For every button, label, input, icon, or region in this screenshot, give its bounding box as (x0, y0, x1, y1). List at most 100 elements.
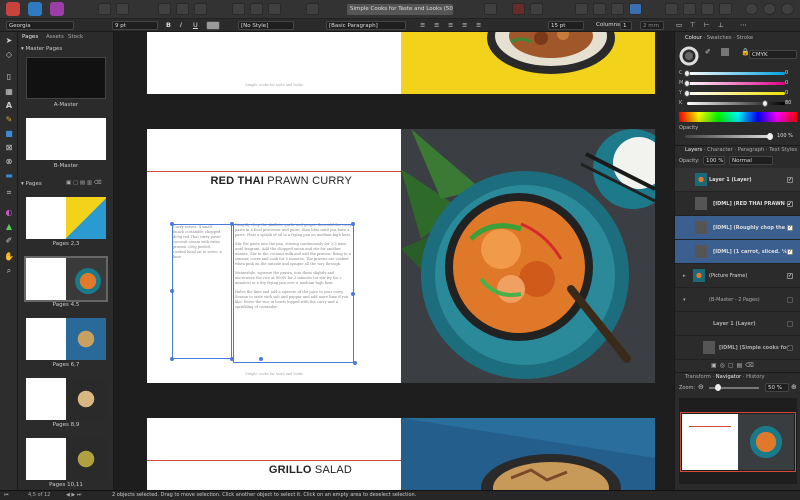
master-b-thumbnail[interactable] (26, 118, 106, 160)
font-family-select[interactable]: Georgia (6, 21, 74, 30)
underline-icon[interactable]: U (193, 21, 198, 30)
visibility-checkbox[interactable] (787, 297, 793, 303)
layer-row-selected[interactable]: [IDML] (Roughly chop the s ✓ (675, 216, 800, 240)
resize-handle[interactable] (230, 222, 234, 226)
slider-knob[interactable] (684, 90, 690, 97)
zoom-field[interactable]: 50 % (765, 383, 789, 392)
text-color-swatch[interactable] (206, 21, 220, 30)
fill-stroke-circle-icon[interactable] (679, 46, 699, 66)
layer-row[interactable]: Layer 1 (Layer) ✓ (675, 168, 800, 192)
resize-handle[interactable] (351, 292, 355, 296)
colour-model-select[interactable]: CMYK (749, 50, 797, 59)
text-top-icon[interactable]: ⊤ (690, 21, 696, 30)
hand-tool-icon[interactable]: ✋ (4, 252, 14, 262)
slider-knob[interactable] (684, 80, 690, 87)
layer-row[interactable]: ▾ (B-Master - 2 Pages) (675, 288, 800, 312)
resize-handle[interactable] (353, 361, 357, 365)
text-wrap-button[interactable] (250, 3, 263, 15)
visibility-checkbox[interactable]: ✓ (787, 201, 793, 207)
eyedropper-icon[interactable]: ✐ (705, 48, 711, 56)
columns-field[interactable]: 1 (620, 21, 632, 30)
move-tool-icon[interactable]: ➤ (4, 36, 14, 46)
master-pages-section[interactable]: ▾ Master Pages (21, 46, 62, 52)
tab-paragraph[interactable]: Paragraph (738, 147, 765, 153)
spread-thumbnail-8-9[interactable] (26, 378, 106, 420)
tab-assets[interactable]: Assets (46, 34, 64, 40)
intersect-button[interactable] (781, 3, 794, 15)
eyedropper-tool-icon[interactable]: ✐ (4, 236, 14, 246)
tab-text-styles[interactable]: Text Styles (769, 147, 797, 153)
page-actions-icon[interactable]: ▣ ▢ ▤ ▥ ⌫ (66, 180, 102, 186)
gutter-field[interactable]: 2 mm (640, 21, 664, 30)
page-nav-buttons-icon[interactable]: ◀ ▶ ⏭ (66, 491, 81, 500)
leading-field[interactable]: 15 pt (548, 21, 584, 30)
spread-thumbnail-6-7[interactable] (26, 318, 106, 360)
opacity-knob[interactable] (767, 133, 773, 140)
paragraph-style-select[interactable]: [Basic Paragraph] (326, 21, 406, 30)
picture-frame-tool-icon[interactable]: ⊠ (4, 143, 14, 153)
layer-row[interactable]: ▸ (Picture Frame) ✓ (675, 264, 800, 288)
resize-handle[interactable] (259, 357, 263, 361)
visibility-checkbox[interactable]: ✓ (787, 273, 793, 279)
recipe-heading[interactable]: GRILLO SALAD (269, 464, 352, 476)
resize-handle[interactable] (351, 222, 355, 226)
selection-frame-method[interactable] (233, 224, 354, 363)
justify-icon[interactable]: ≡ (462, 21, 467, 30)
zoom-out-icon[interactable]: ⊖ (698, 383, 704, 391)
node-tool-icon[interactable]: ◇ (4, 50, 14, 60)
page-nav-first-icon[interactable]: ⏮ (4, 491, 9, 500)
expand-arrow-icon[interactable]: ▸ (683, 264, 686, 287)
layer-row[interactable]: [IDML] (RED THAI PRAWN C ✓ (675, 192, 800, 216)
visibility-checkbox[interactable] (787, 321, 793, 327)
slider-knob[interactable] (762, 100, 769, 107)
visibility-checkbox[interactable]: ✓ (787, 177, 793, 183)
tab-pages[interactable]: Pages (22, 34, 38, 40)
pen-tool-icon[interactable]: ✎ (4, 115, 14, 125)
expand-arrow-icon[interactable]: ▾ (683, 288, 686, 311)
tab-layers[interactable]: Layers (685, 147, 702, 153)
spread-thumbnail-10-11[interactable] (26, 438, 106, 480)
tab-stroke[interactable]: Stroke (737, 35, 754, 41)
preferences-button[interactable] (116, 3, 129, 15)
rotate-button[interactable] (683, 3, 696, 15)
tab-colour[interactable]: Colour (685, 35, 702, 41)
slider-knob[interactable] (684, 70, 690, 77)
tab-navigator[interactable]: Navigator (716, 374, 741, 380)
frame-text-tool-icon[interactable]: ▯ (4, 72, 14, 82)
resize-handle[interactable] (170, 357, 174, 361)
subtract-button[interactable] (763, 3, 776, 15)
selection-frame-ingredients[interactable] (172, 224, 232, 359)
align-center-icon[interactable]: ≡ (434, 21, 439, 30)
text-frame-button[interactable] (232, 3, 245, 15)
align-left-icon[interactable]: ≡ (420, 21, 425, 30)
layer-actions-icon[interactable]: ▣◎▢▤⌫ (711, 362, 757, 369)
boolean-button[interactable] (719, 3, 732, 15)
slider-y[interactable]: Y 0 (679, 90, 797, 97)
slider-track[interactable] (687, 72, 785, 75)
recipe-heading[interactable]: RED THAI PRAWN CURRY (210, 175, 352, 187)
slider-k[interactable]: K 80 (679, 100, 797, 107)
arrange-button[interactable] (530, 3, 543, 15)
spread-thumbnail-4-5[interactable] (24, 256, 108, 302)
justify-all-icon[interactable]: ≡ (476, 21, 481, 30)
opacity-value[interactable]: 100 % (777, 133, 793, 139)
slider-track[interactable] (687, 82, 785, 85)
text-bottom-icon[interactable]: ⊥ (718, 21, 724, 30)
circle-button[interactable] (745, 3, 758, 15)
visibility-checkbox[interactable] (787, 345, 793, 351)
table-tool-icon[interactable]: ▦ (4, 87, 14, 97)
artistic-text-tool-icon[interactable]: A (4, 101, 14, 111)
photo-persona-icon[interactable] (50, 2, 64, 16)
slider-c[interactable]: C 0 (679, 70, 797, 77)
zoom-tool-icon[interactable]: ⌕ (4, 266, 14, 276)
text-middle-icon[interactable]: ⊢ (704, 21, 710, 30)
group-button[interactable] (701, 3, 714, 15)
transparency-tool-icon[interactable]: ▲ (4, 222, 14, 232)
ellipse-frame-tool-icon[interactable]: ⊗ (4, 157, 14, 167)
snapping-button[interactable] (484, 3, 497, 15)
resize-handle[interactable] (230, 357, 234, 361)
pages-section[interactable]: ▾ Pages (21, 181, 42, 187)
view-mode-button[interactable] (158, 3, 171, 15)
layer-row-selected[interactable]: [IDML] (1 carrot, sliced. ¼) ✓ (675, 240, 800, 264)
visibility-checkbox[interactable]: ✓ (787, 225, 793, 231)
